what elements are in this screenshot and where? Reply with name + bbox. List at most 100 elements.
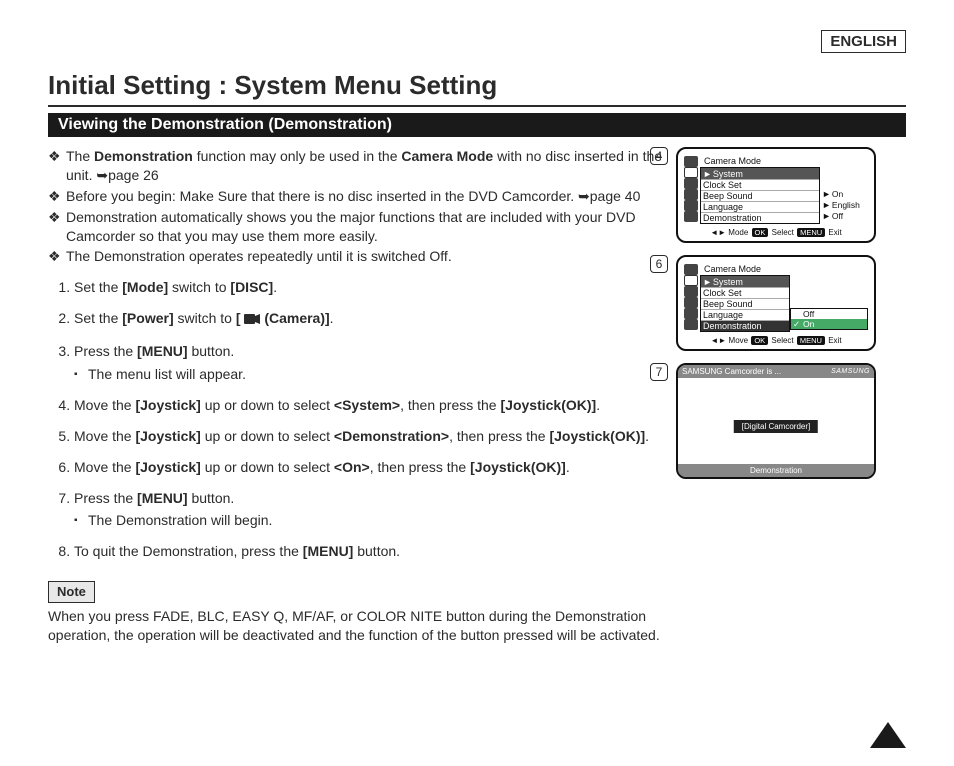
text: . bbox=[330, 310, 334, 326]
menu-item-selected: Demonstration bbox=[701, 320, 789, 331]
text: . bbox=[566, 459, 570, 475]
page-number: 35 bbox=[882, 708, 894, 720]
option-off: Off bbox=[791, 309, 867, 319]
lcd-header: Camera Mode bbox=[700, 156, 761, 166]
menu-item: Demonstration bbox=[701, 212, 819, 223]
triangle-icon: ► bbox=[822, 211, 831, 221]
text: up or down to select bbox=[201, 397, 334, 413]
option-panel: Off ✓On bbox=[790, 308, 868, 330]
bullet-item: Before you begin: Make Sure that there i… bbox=[66, 187, 664, 206]
menu-item: Beep Sound bbox=[701, 298, 789, 309]
figure-number: 7 bbox=[650, 363, 668, 381]
text-bold: Demonstration bbox=[94, 148, 193, 164]
step-item: Move the [Joystick] up or down to select… bbox=[74, 396, 664, 415]
triangle-icon: ► bbox=[703, 169, 712, 179]
text: , then press the bbox=[400, 397, 500, 413]
text: The bbox=[66, 148, 94, 164]
ok-pill: OK bbox=[752, 228, 769, 237]
page-number-badge: 35 bbox=[870, 722, 906, 748]
text: Exit bbox=[828, 336, 841, 345]
menu-title: ►System bbox=[701, 168, 819, 179]
text: . bbox=[596, 397, 600, 413]
text: System bbox=[713, 277, 743, 287]
text: . bbox=[645, 428, 649, 444]
text: Select bbox=[771, 336, 793, 345]
sub-step: The Demonstration will begin. bbox=[88, 511, 664, 530]
text: System bbox=[713, 169, 743, 179]
text-bold: <On> bbox=[334, 459, 370, 475]
manual-page: ENGLISH Initial Setting : System Menu Se… bbox=[0, 0, 954, 766]
page-title: Initial Setting : System Menu Setting bbox=[48, 70, 906, 107]
text: Press the bbox=[74, 343, 137, 359]
text-bold: [Joystick(OK)] bbox=[470, 459, 566, 475]
mode-icon bbox=[684, 156, 698, 167]
section-subtitle: Viewing the Demonstration (Demonstration… bbox=[48, 113, 906, 137]
side-icon bbox=[684, 178, 698, 189]
text-bold: [MENU] bbox=[303, 543, 354, 559]
lcd-footer: ◄► Move OK Select MENU Exit bbox=[684, 336, 868, 345]
menu-area: ►System Clock Set Beep Sound Language De… bbox=[700, 167, 820, 224]
menu-item: Clock Set bbox=[701, 179, 819, 190]
side-icon bbox=[684, 286, 698, 297]
text: Off bbox=[832, 211, 843, 221]
bullet-item: The Demonstration operates repeatedly un… bbox=[66, 247, 664, 266]
text-bold: [Mode] bbox=[122, 279, 168, 295]
text-bold: [Joystick(OK)] bbox=[549, 428, 645, 444]
side-icons bbox=[684, 275, 700, 332]
figure-4: 4 Camera Mode bbox=[676, 147, 906, 243]
figure-7: 7 SAMSUNG Camcorder is ... SAMSUNG [Digi… bbox=[676, 363, 906, 479]
step-list: Set the [Mode] switch to [DISC]. Set the… bbox=[48, 278, 664, 561]
mode-icon bbox=[684, 264, 698, 275]
text: To quit the Demonstration, press the bbox=[74, 543, 303, 559]
side-icon bbox=[684, 319, 698, 330]
menu-pill: MENU bbox=[797, 336, 825, 345]
lcd-screen: Camera Mode ►System Clock Set bbox=[676, 255, 876, 351]
side-icon bbox=[684, 189, 698, 200]
menu-item: Beep Sound bbox=[701, 190, 819, 201]
side-icon bbox=[684, 167, 698, 178]
triangle-icon: ► bbox=[822, 189, 831, 199]
text: Mode bbox=[728, 228, 748, 237]
figure-number: 4 bbox=[650, 147, 668, 165]
text: button. bbox=[188, 490, 235, 506]
text: Move the bbox=[74, 397, 135, 413]
text: button. bbox=[188, 343, 235, 359]
menu-item: Language bbox=[701, 309, 789, 320]
side-icon bbox=[684, 297, 698, 308]
text: Set the bbox=[74, 310, 122, 326]
triangle-icon: ► bbox=[703, 277, 712, 287]
text-bold: <Demonstration> bbox=[334, 428, 449, 444]
side-icon bbox=[684, 200, 698, 211]
step-item: Move the [Joystick] up or down to select… bbox=[74, 427, 664, 446]
side-icon bbox=[684, 275, 698, 286]
step-item: Set the [Mode] switch to [DISC]. bbox=[74, 278, 664, 297]
lcd-screen: Camera Mode ►System Clock Set bbox=[676, 147, 876, 243]
text: function may only be used in the bbox=[193, 148, 402, 164]
bullet-item: Demonstration automatically shows you th… bbox=[66, 208, 664, 246]
figure-number: 6 bbox=[650, 255, 668, 273]
bullet-item: The Demonstration function may only be u… bbox=[66, 147, 664, 185]
lcd-header: Camera Mode bbox=[700, 264, 761, 274]
text: , then press the bbox=[449, 428, 549, 444]
text: Select bbox=[772, 228, 794, 237]
text: Off bbox=[803, 309, 814, 319]
figure-column: 4 Camera Mode bbox=[676, 147, 906, 645]
step-item: To quit the Demonstration, press the [ME… bbox=[74, 542, 664, 561]
samsung-logo: SAMSUNG bbox=[831, 368, 870, 375]
menu-item: Clock Set bbox=[701, 287, 789, 298]
demo-top-bar: SAMSUNG Camcorder is ... SAMSUNG bbox=[678, 365, 874, 378]
menu-area: ►System Clock Set Beep Sound Language De… bbox=[700, 275, 790, 332]
side-icons bbox=[684, 167, 700, 224]
camera-icon bbox=[244, 311, 260, 330]
demo-mid-label: [Digital Camcorder] bbox=[734, 420, 818, 433]
text-bold: [Power] bbox=[122, 310, 173, 326]
text: up or down to select bbox=[201, 459, 334, 475]
text-bold: [Joystick] bbox=[135, 428, 200, 444]
text-bold: [MENU] bbox=[137, 343, 188, 359]
note-label: Note bbox=[48, 581, 95, 603]
menu-value: ►English bbox=[822, 200, 868, 211]
text: Move bbox=[729, 336, 749, 345]
text: switch to bbox=[174, 310, 236, 326]
text: button. bbox=[353, 543, 400, 559]
ok-pill: OK bbox=[751, 336, 768, 345]
